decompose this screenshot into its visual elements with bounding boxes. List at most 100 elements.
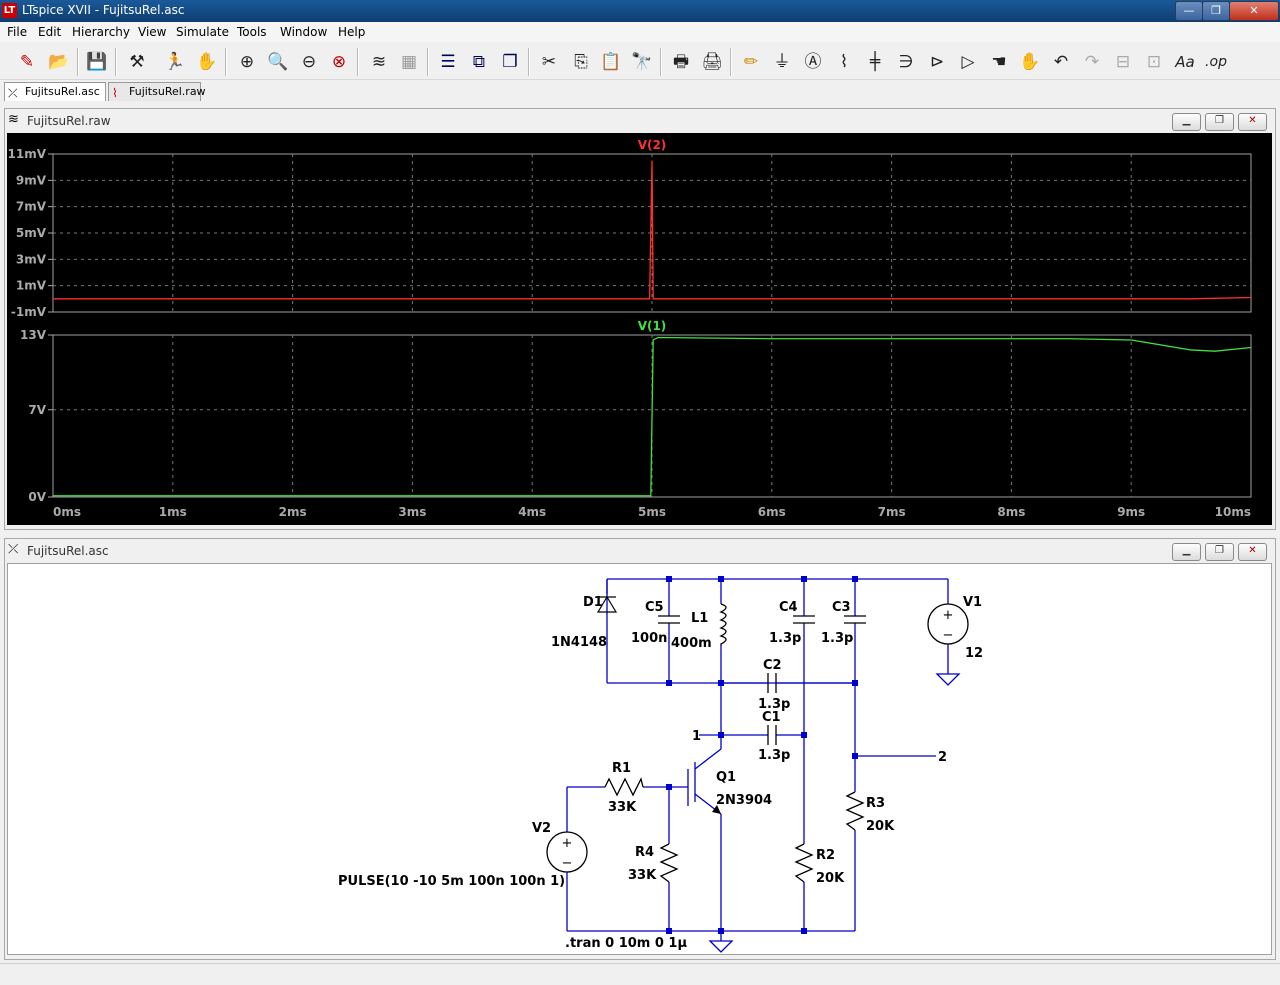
r1-label[interactable]: R1: [612, 761, 631, 776]
r2-value[interactable]: 20K: [816, 871, 845, 886]
c5-symbol[interactable]: [658, 615, 680, 624]
resistor-icon[interactable]: ⌇: [831, 49, 857, 75]
schematic-restore-button[interactable]: ❐: [1205, 543, 1234, 561]
c1-label[interactable]: C1: [762, 710, 781, 725]
c1-value[interactable]: 1.3p: [758, 748, 790, 763]
fft-icon[interactable]: ▦: [396, 49, 422, 75]
schematic-minimize-button[interactable]: ▁: [1172, 543, 1201, 561]
undo-icon[interactable]: ↶: [1048, 49, 1074, 75]
paste-icon[interactable]: 📋: [598, 49, 624, 75]
c4-label[interactable]: C4: [779, 600, 798, 615]
mirror-icon[interactable]: ⊡: [1141, 49, 1167, 75]
r4-label[interactable]: R4: [635, 845, 654, 860]
l1-symbol[interactable]: [719, 603, 727, 646]
save-icon[interactable]: 💾: [84, 49, 110, 75]
c3-value[interactable]: 1.3p: [821, 631, 853, 646]
c3-label[interactable]: C3: [832, 600, 851, 615]
ground-icon[interactable]: ⏚: [769, 49, 795, 75]
trace-label-v2[interactable]: V(2): [638, 138, 667, 152]
menu-help[interactable]: Help: [338, 25, 365, 39]
minimize-button[interactable]: —: [1175, 1, 1203, 21]
v1-value[interactable]: 12: [965, 646, 983, 661]
menu-tools[interactable]: Tools: [237, 25, 267, 39]
waveform-restore-button[interactable]: ❐: [1205, 113, 1234, 131]
r4-symbol[interactable]: [659, 843, 679, 883]
d1-label[interactable]: D1: [583, 595, 603, 610]
q1-value[interactable]: 2N3904: [716, 793, 772, 808]
maximize-button[interactable]: ❐: [1202, 1, 1230, 21]
spice-directive-icon[interactable]: .op: [1203, 49, 1229, 75]
run-icon[interactable]: 🏃: [162, 49, 188, 75]
new-schematic-icon[interactable]: ✎: [14, 49, 40, 75]
l1-label[interactable]: L1: [691, 611, 708, 626]
v2-symbol[interactable]: + −: [546, 831, 588, 873]
close-button[interactable]: ✕: [1229, 1, 1279, 21]
tab-waveform[interactable]: ⌇ FujitsuRel.raw: [108, 82, 206, 101]
menu-simulate[interactable]: Simulate: [176, 25, 229, 39]
q1-label[interactable]: Q1: [716, 770, 736, 785]
halt-icon[interactable]: ✋: [194, 49, 220, 75]
r3-value[interactable]: 20K: [866, 819, 895, 834]
schematic-canvas[interactable]: + − + − D1 1N4148 C5 100n L1 400m C4 1.3…: [7, 563, 1272, 955]
tran-directive[interactable]: .tran 0 10m 0 1µ: [565, 936, 687, 951]
ltspice-app-icon[interactable]: LT: [2, 3, 17, 18]
cut-icon[interactable]: ✂: [536, 49, 562, 75]
zoom-fit-icon[interactable]: ⊗: [326, 49, 352, 75]
d1-value[interactable]: 1N4148: [551, 635, 607, 650]
v1-label[interactable]: V1: [963, 595, 982, 610]
menu-edit[interactable]: Edit: [38, 25, 61, 39]
trace-label-v1[interactable]: V(1): [638, 319, 667, 333]
r4-value[interactable]: 33K: [628, 868, 657, 883]
rotate-icon[interactable]: ⊟: [1110, 49, 1136, 75]
copy-icon[interactable]: ⎘: [568, 49, 594, 75]
menu-file[interactable]: File: [7, 25, 27, 39]
capacitor-icon[interactable]: ╪: [862, 49, 888, 75]
drag-hand-icon[interactable]: ✋: [1017, 49, 1043, 75]
open-folder-icon[interactable]: 📂: [46, 49, 72, 75]
text-icon[interactable]: Aa: [1172, 49, 1198, 75]
v2-label[interactable]: V2: [532, 821, 551, 836]
l1-value[interactable]: 400m: [671, 636, 712, 651]
schematic-close-button[interactable]: ✕: [1238, 543, 1267, 561]
v1-symbol[interactable]: + −: [927, 603, 969, 645]
zoom-in-icon[interactable]: ⊕: [234, 49, 260, 75]
pan-icon[interactable]: 🔍: [265, 49, 291, 75]
schematic-drawing[interactable]: + − + − D1 1N4148 C5 100n L1 400m C4 1.3…: [8, 564, 1271, 954]
r1-symbol[interactable]: [604, 777, 644, 797]
menu-hierarchy[interactable]: Hierarchy: [72, 25, 130, 39]
v2-value[interactable]: PULSE(10 -10 5m 100n 100n 1): [338, 874, 565, 889]
r1-value[interactable]: 33K: [608, 800, 637, 815]
find-icon[interactable]: 🔭: [629, 49, 655, 75]
r2-label[interactable]: R2: [816, 848, 835, 863]
r2-symbol[interactable]: [794, 843, 814, 883]
label-net-icon[interactable]: Ⓐ: [800, 49, 826, 75]
r3-symbol[interactable]: [845, 791, 865, 831]
c2-label[interactable]: C2: [763, 658, 782, 673]
tile-vertical-icon[interactable]: ⧉: [466, 49, 492, 75]
autorange-icon[interactable]: ≋: [366, 49, 392, 75]
print-icon[interactable]: 🖶: [668, 49, 694, 75]
c4-symbol[interactable]: [793, 615, 815, 624]
tab-schematic[interactable]: ⤫ FujitsuRel.asc: [4, 82, 106, 101]
move-hand-icon[interactable]: ☚: [986, 49, 1012, 75]
c3-symbol[interactable]: [844, 615, 866, 624]
inductor-icon[interactable]: ∋: [893, 49, 919, 75]
wire-pencil-icon[interactable]: ✏: [738, 49, 764, 75]
c5-label[interactable]: C5: [645, 600, 664, 615]
net-label-2[interactable]: 2: [938, 750, 947, 765]
plot-area[interactable]: 11mV 9mV 7mV 5mV 3mV 1mV -1mV V(2) 13V 7V 0V V(1…: [7, 133, 1272, 525]
c4-value[interactable]: 1.3p: [769, 631, 801, 646]
cascade-icon[interactable]: ❐: [497, 49, 523, 75]
tile-horizontal-icon[interactable]: ☰: [435, 49, 461, 75]
net-label-1[interactable]: 1: [692, 729, 701, 744]
zoom-out-icon[interactable]: ⊖: [296, 49, 322, 75]
c1-symbol[interactable]: [767, 725, 777, 745]
control-panel-icon[interactable]: ⚒: [124, 49, 150, 75]
c5-value[interactable]: 100n: [631, 631, 667, 646]
menu-window[interactable]: Window: [280, 25, 327, 39]
menu-view[interactable]: View: [138, 25, 166, 39]
diode-icon[interactable]: ⊳: [924, 49, 950, 75]
r3-label[interactable]: R3: [866, 796, 885, 811]
waveform-minimize-button[interactable]: ▁: [1172, 113, 1201, 131]
print-setup-icon[interactable]: 🖨: [699, 49, 725, 75]
